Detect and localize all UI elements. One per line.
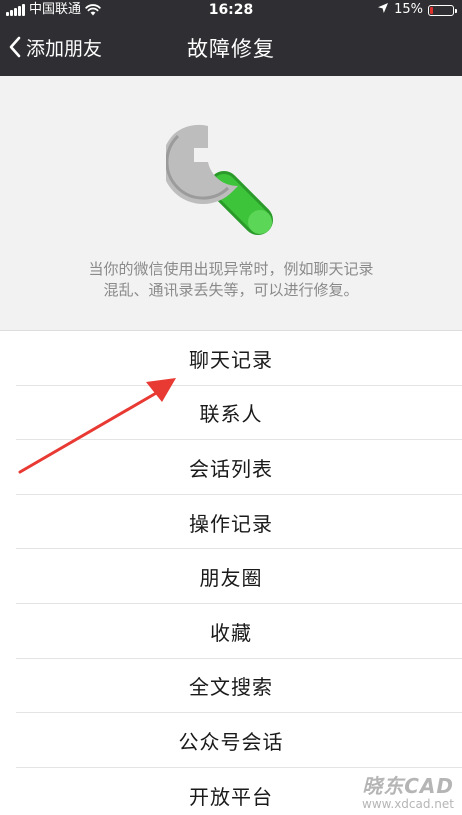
status-bar: 中国联通 16:28 15% (0, 0, 462, 20)
list-item-label: 朋友圈 (199, 566, 263, 591)
navigation-bar: 添加朋友 故障修复 (0, 22, 462, 76)
battery-percent: 15% (394, 2, 423, 17)
list-item-label: 开放平台 (189, 784, 273, 809)
battery-icon (428, 4, 457, 16)
wrench-icon (161, 120, 286, 240)
list-item-label: 全文搜索 (189, 675, 273, 700)
watermark: 晓东CAD www.xdcad.net (362, 775, 454, 811)
repair-description: 当你的微信使用出现异常时，例如聊天记录 混乱、通讯录丢失等，可以进行修复。 (0, 259, 462, 301)
list-item-conversation-list[interactable]: 会话列表 (0, 440, 462, 495)
watermark-url: www.xdcad.net (362, 797, 454, 811)
top-bar: 中国联通 16:28 15% 添加朋友 故障修复 (0, 0, 462, 76)
list-item-moments[interactable]: 朋友圈 (0, 549, 462, 604)
list-item-full-text-search[interactable]: 全文搜索 (0, 659, 462, 714)
status-right: 15% (377, 2, 457, 18)
battery-level-fill (430, 6, 433, 14)
list-item-contacts[interactable]: 联系人 (0, 386, 462, 441)
list-item-favorites[interactable]: 收藏 (0, 604, 462, 659)
screen: 中国联通 16:28 15% 添加朋友 故障修复 当你的微信使用出现异常时，例如… (0, 0, 462, 815)
description-line-1: 当你的微信使用出现异常时，例如聊天记录 (88, 260, 374, 278)
location-arrow-icon (377, 2, 389, 18)
watermark-brand: 晓东CAD (362, 774, 454, 798)
list-item-label: 收藏 (210, 620, 252, 645)
list-item-label: 会话列表 (189, 456, 273, 481)
list-item-label: 联系人 (199, 402, 263, 427)
list-item-chat-history[interactable]: 聊天记录 (0, 331, 462, 386)
description-line-2: 混乱、通讯录丢失等，可以进行修复。 (103, 281, 359, 299)
repair-options-list: 聊天记录 联系人 会话列表 操作记录 朋友圈 收藏 全文搜索 公众号会话 开放平… (0, 330, 462, 815)
list-item-label: 操作记录 (189, 511, 273, 536)
list-item-official-account-chats[interactable]: 公众号会话 (0, 713, 462, 768)
repair-header: 当你的微信使用出现异常时，例如聊天记录 混乱、通讯录丢失等，可以进行修复。 (0, 76, 462, 329)
list-item-label: 聊天记录 (189, 347, 273, 372)
list-item-label: 公众号会话 (178, 729, 284, 754)
page-title: 故障修复 (187, 37, 275, 61)
list-item-operation-log[interactable]: 操作记录 (0, 495, 462, 550)
